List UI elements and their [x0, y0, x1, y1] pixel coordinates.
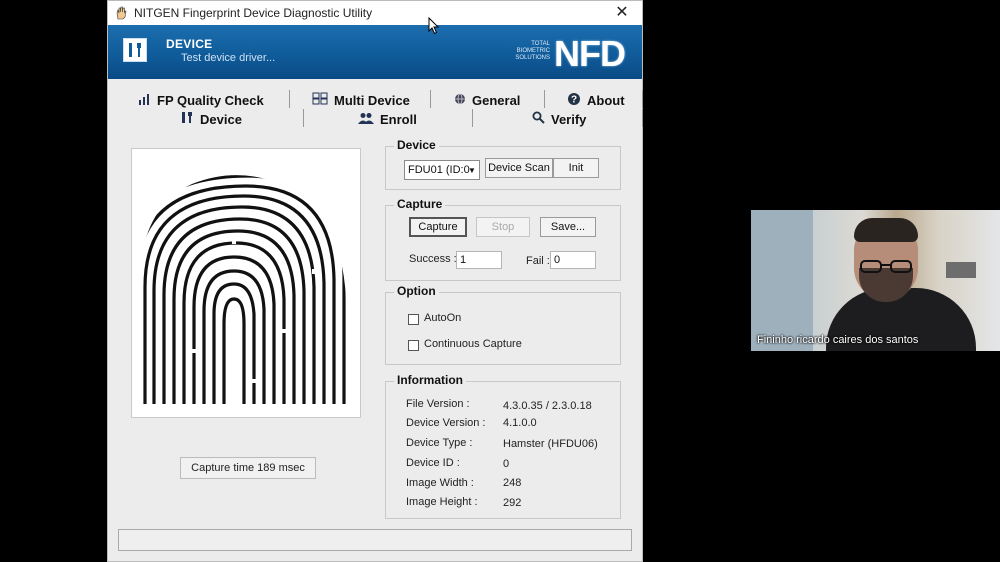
video-tile[interactable]: Fininho ricardo caires dos santos	[751, 210, 1000, 351]
status-bar	[118, 529, 632, 551]
tab-label: Enroll	[380, 111, 417, 127]
tab-label: Device	[200, 111, 242, 127]
image-width-value: 248	[503, 477, 522, 489]
tab-label: General	[472, 92, 521, 108]
tab-separator	[303, 109, 304, 127]
devices-icon	[312, 92, 328, 108]
device-id-label: Device ID :	[406, 457, 460, 469]
tab-label: Verify	[551, 111, 587, 127]
device-group: Device FDU01 (ID:0 ▼ Device Scan Init	[385, 138, 621, 190]
mouse-cursor-icon	[428, 17, 440, 35]
tab-separator	[289, 90, 290, 108]
success-count-field: 1	[456, 251, 502, 269]
fingerprint-graphic	[132, 149, 360, 417]
device-scan-button[interactable]: Device Scan	[485, 158, 553, 178]
tab-multi-device[interactable]: Multi Device	[312, 90, 410, 110]
globe-icon	[454, 93, 466, 108]
tab-separator	[544, 90, 545, 108]
tab-label: FP Quality Check	[157, 92, 264, 108]
tools-icon	[123, 38, 147, 62]
tab-verify[interactable]: Verify	[532, 109, 586, 129]
tab-label: Multi Device	[334, 92, 410, 108]
continuous-capture-label: Continuous Capture	[424, 338, 522, 350]
close-icon[interactable]: ✕	[608, 3, 636, 23]
file-version-label: File Version :	[406, 398, 470, 410]
nfd-logo: NFD	[554, 33, 626, 74]
fail-label: Fail :	[526, 255, 550, 267]
window-title: NITGEN Fingerprint Device Diagnostic Uti…	[134, 6, 373, 20]
header-banner: DEVICE Test device driver... TOTAL BIOME…	[108, 25, 642, 79]
stop-button[interactable]: Stop	[476, 217, 530, 237]
option-group: Option AutoOn Continuous Capture	[385, 284, 621, 365]
information-group-title: Information	[394, 373, 466, 387]
capture-group: Capture Capture Stop Save... Success : 1…	[385, 197, 621, 281]
tab-fp-quality-check[interactable]: FP Quality Check	[138, 90, 264, 110]
image-width-label: Image Width :	[406, 477, 474, 489]
tab-label: About	[587, 92, 625, 108]
information-group: Information File Version : 4.3.0.35 / 2.…	[385, 373, 621, 519]
file-version-value: 4.3.0.35 / 2.3.0.18	[503, 400, 592, 412]
option-group-title: Option	[394, 284, 439, 298]
image-height-value: 292	[503, 497, 522, 509]
device-version-label: Device Version :	[406, 417, 486, 429]
tab-strip: FP Quality Check Multi Device General ? …	[122, 87, 643, 129]
svg-text:?: ?	[571, 94, 577, 105]
autoon-checkbox[interactable]	[408, 314, 419, 325]
capture-group-title: Capture	[394, 197, 446, 211]
tab-separator	[642, 109, 643, 127]
device-type-value: Hamster (HFDU06)	[503, 438, 598, 450]
tab-separator	[642, 90, 643, 108]
participant-hair	[854, 218, 918, 242]
title-bar: NITGEN Fingerprint Device Diagnostic Uti…	[108, 1, 642, 25]
chevron-down-icon[interactable]: ▼	[465, 161, 479, 179]
init-button[interactable]: Init	[553, 158, 599, 178]
device-select[interactable]: FDU01 (ID:0 ▼	[404, 160, 480, 180]
hand-icon	[114, 6, 128, 20]
capture-time-label: Capture time 189 msec	[180, 457, 316, 479]
banner-title: DEVICE	[166, 37, 213, 51]
video-background-object	[946, 262, 976, 278]
device-select-value: FDU01 (ID:0	[408, 164, 470, 176]
bar-chart-icon	[138, 93, 151, 108]
device-id-value: 0	[503, 458, 510, 470]
help-icon: ?	[567, 92, 581, 109]
fail-count-field: 0	[550, 251, 596, 269]
capture-button[interactable]: Capture	[409, 217, 467, 237]
tab-general[interactable]: General	[454, 90, 520, 110]
device-group-title: Device	[394, 138, 439, 152]
tab-device[interactable]: Device	[180, 109, 242, 129]
participant-name: Fininho ricardo caires dos santos	[757, 334, 919, 346]
glasses-icon	[860, 260, 912, 273]
continuous-capture-checkbox[interactable]	[408, 340, 419, 351]
app-window: NITGEN Fingerprint Device Diagnostic Uti…	[107, 0, 643, 562]
image-height-label: Image Height :	[406, 496, 478, 508]
tab-about[interactable]: ? About	[567, 90, 625, 110]
device-version-value: 4.1.0.0	[503, 417, 537, 429]
tab-separator	[472, 109, 473, 127]
banner-subtitle: Test device driver...	[181, 52, 276, 64]
autoon-label: AutoOn	[424, 312, 462, 324]
success-label: Success :	[409, 253, 457, 265]
device-icon	[180, 111, 194, 127]
tab-enroll[interactable]: Enroll	[358, 109, 417, 129]
magnifier-icon	[532, 111, 545, 127]
device-type-label: Device Type :	[406, 437, 473, 449]
save-button[interactable]: Save...	[540, 217, 596, 237]
video-background	[751, 210, 813, 351]
banner-tagline: TOTAL BIOMETRIC SOLUTIONS	[515, 41, 550, 61]
tab-separator	[430, 90, 431, 108]
fingerprint-image	[131, 148, 361, 418]
users-icon	[358, 112, 374, 127]
